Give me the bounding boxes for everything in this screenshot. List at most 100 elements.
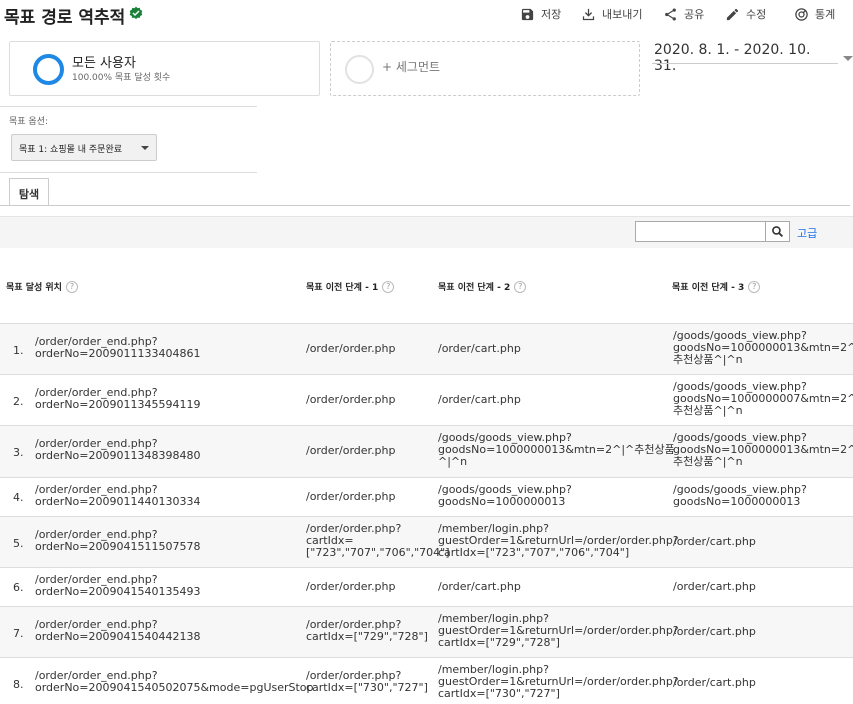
help-icon[interactable]: ? [514, 280, 527, 293]
export-label: 내보내기 [602, 8, 643, 21]
cell-step-1[interactable]: /order/order.php [306, 581, 396, 593]
cell-step-1[interactable]: /order/order.php [306, 491, 396, 503]
cell-step-2[interactable]: /member/login.php? guestOrder=1&returnUr… [438, 664, 679, 700]
row-number: 1. [13, 344, 24, 357]
column-header-label: 목표 달성 위치 [6, 283, 62, 293]
cell-step-2[interactable]: /member/login.php? guestOrder=1&returnUr… [438, 523, 679, 559]
cell-step-1[interactable]: /order/order.php [306, 445, 396, 457]
table-header: 목표 달성 위치 ? 목표 이전 단계 - 1 ? 목표 이전 단계 - 2 ?… [0, 248, 853, 324]
cell-goal-completion[interactable]: /order/order_end.php? orderNo=2009011440… [35, 484, 200, 508]
cell-step-3[interactable]: /goods/goods_view.php? goodsNo=100000001… [673, 432, 853, 468]
row-number: 3. [13, 446, 24, 459]
column-header-label: 목표 이전 단계 - 1 [306, 283, 379, 293]
cell-step-1[interactable]: /order/order.php [306, 394, 396, 406]
table-row: 2. /order/order_end.php? orderNo=2009011… [0, 375, 853, 426]
divider [0, 106, 257, 107]
table-row: 3. /order/order_end.php? orderNo=2009011… [0, 426, 853, 478]
page-title: 목표 경로 역추적 [4, 8, 126, 28]
cell-step-3[interactable]: /goods/goods_view.php? goodsNo=100000000… [673, 381, 853, 417]
table-row: 6. /order/order_end.php? orderNo=2009041… [0, 568, 853, 607]
table-row: 8. /order/order_end.php? orderNo=2009041… [0, 658, 853, 704]
edit-button[interactable]: 수정 [725, 6, 766, 22]
cell-step-3[interactable]: /order/cart.php [673, 677, 756, 689]
verified-icon [129, 6, 143, 20]
cell-step-3[interactable]: /order/cart.php [673, 536, 756, 548]
tab-baseline [0, 205, 850, 206]
help-icon[interactable]: ? [748, 280, 761, 293]
cell-step-2[interactable]: /goods/goods_view.php? goodsNo=100000001… [438, 484, 572, 508]
row-number: 2. [13, 395, 24, 408]
add-segment-ring [345, 55, 374, 84]
cell-step-3[interactable]: /goods/goods_view.php? goodsNo=100000001… [673, 330, 853, 366]
cell-goal-completion[interactable]: /order/order_end.php? orderNo=2009041540… [35, 619, 200, 643]
cell-step-1[interactable]: /order/order.php? cartIdx=["730","727"] [306, 670, 428, 694]
cell-goal-completion[interactable]: /order/order_end.php? orderNo=2009011348… [35, 438, 200, 462]
share-icon [665, 8, 676, 20]
search-icon [772, 226, 784, 238]
cell-step-1[interactable]: /order/order.php? cartIdx=["729","728"] [306, 619, 428, 643]
export-button[interactable]: 내보내기 [581, 6, 642, 22]
cell-step-3[interactable]: /order/cart.php [673, 626, 756, 638]
add-segment-button[interactable]: + 세그먼트 [330, 41, 640, 96]
cell-step-2[interactable]: /member/login.php? guestOrder=1&returnUr… [438, 613, 679, 649]
column-header-label: 목표 이전 단계 - 2 [438, 283, 511, 293]
export-icon [582, 8, 595, 20]
search-button[interactable] [765, 222, 789, 241]
share-button[interactable]: 공유 [663, 6, 704, 22]
cell-goal-completion[interactable]: /order/order_end.php? orderNo=2009011133… [35, 336, 200, 360]
cell-step-1[interactable]: /order/order.php? cartIdx= ["723","707",… [306, 523, 450, 559]
column-header-label: 목표 이전 단계 - 3 [672, 283, 745, 293]
goal-option-value: 목표 1: 쇼핑몰 내 주문완료 [19, 145, 123, 155]
cell-step-3[interactable]: /goods/goods_view.php? goodsNo=100000001… [673, 484, 807, 508]
column-header-previous-step-2[interactable]: 목표 이전 단계 - 2 ? [438, 280, 527, 293]
chevron-down-icon [843, 55, 853, 61]
share-label: 공유 [684, 8, 705, 21]
tab-explore-label: 탐색 [18, 188, 40, 201]
segment-card-all-users[interactable]: 모든 사용자 100.00% 목표 달성 횟수 [9, 41, 320, 96]
cell-step-2[interactable]: /order/cart.php [438, 343, 521, 355]
row-number: 5. [13, 537, 24, 550]
segment-color-ring [33, 54, 64, 85]
cell-step-3[interactable]: /order/cart.php [673, 581, 756, 593]
cell-goal-completion[interactable]: /order/order_end.php? orderNo=2009041540… [35, 670, 314, 694]
save-button[interactable]: 저장 [520, 6, 561, 22]
chevron-down-icon [141, 146, 149, 150]
row-number: 8. [13, 678, 24, 691]
segment-name: 모든 사용자 [72, 56, 136, 71]
table-row: 1. /order/order_end.php? orderNo=2009011… [0, 324, 853, 375]
cell-goal-completion[interactable]: /order/order_end.php? orderNo=2009041540… [35, 574, 200, 598]
top-bar: 목표 경로 역추적 저장 내보내기 공유 수정 통계 [0, 0, 853, 30]
date-range-picker[interactable]: 2020. 8. 1. - 2020. 10. 31. [654, 42, 853, 74]
cell-goal-completion[interactable]: /order/order_end.php? orderNo=2009011345… [35, 387, 200, 411]
goal-option-select[interactable]: 목표 1: 쇼핑몰 내 주문완료 [11, 134, 157, 161]
help-icon[interactable]: ? [382, 280, 395, 293]
divider [0, 172, 257, 173]
column-header-goal-completion[interactable]: 목표 달성 위치 ? [6, 280, 78, 293]
cell-step-2[interactable]: /order/cart.php [438, 394, 521, 406]
column-header-previous-step-3[interactable]: 목표 이전 단계 - 3 ? [672, 280, 761, 293]
cell-goal-completion[interactable]: /order/order_end.php? orderNo=2009041511… [35, 529, 200, 553]
search-box[interactable] [635, 221, 790, 242]
row-number: 4. [13, 491, 24, 504]
tab-explore[interactable]: 탐색 [9, 178, 49, 205]
insights-icon [795, 7, 808, 21]
advanced-filter-link[interactable]: 고급 [797, 225, 817, 241]
goal-option-label: 목표 옵션: [9, 117, 49, 127]
edit-icon [726, 8, 739, 20]
help-icon[interactable]: ? [65, 280, 78, 293]
table-row: 7. /order/order_end.php? orderNo=2009041… [0, 607, 853, 658]
cell-step-2[interactable]: /goods/goods_view.php? goodsNo=100000001… [438, 432, 675, 468]
table-row: 4. /order/order_end.php? orderNo=2009011… [0, 478, 853, 517]
date-range-underline [652, 63, 838, 64]
add-segment-label: + 세그먼트 [382, 60, 441, 74]
table-row: 5. /order/order_end.php? orderNo=2009041… [0, 517, 853, 568]
save-icon [521, 8, 534, 20]
row-number: 7. [13, 627, 24, 640]
cell-step-1[interactable]: /order/order.php [306, 343, 396, 355]
edit-label: 수정 [746, 8, 767, 21]
row-number: 6. [13, 581, 24, 594]
cell-step-2[interactable]: /order/cart.php [438, 581, 521, 593]
insights-button[interactable]: 통계 [794, 6, 835, 22]
segment-subtitle: 100.00% 목표 달성 횟수 [72, 73, 171, 83]
column-header-previous-step-1[interactable]: 목표 이전 단계 - 1 ? [306, 280, 395, 293]
